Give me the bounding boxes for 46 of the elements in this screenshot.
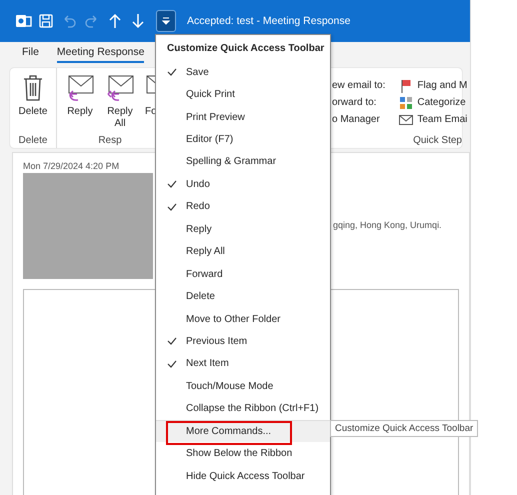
window-title: Accepted: test - Meeting Response [187, 15, 350, 27]
ribbon-button[interactable]: Delete [16, 72, 50, 135]
menu-item[interactable]: Print Preview [156, 106, 330, 128]
menu-item[interactable]: Editor (F7) [156, 128, 330, 151]
quick-step[interactable]: orward to: [332, 95, 386, 110]
message-date: Mon 7/29/2024 4:20 PM [23, 161, 120, 171]
ribbon-button[interactable]: Reply All [103, 72, 137, 135]
menu-item[interactable]: Quick Print [156, 83, 330, 106]
quick-step[interactable]: Categorize [399, 95, 468, 110]
menu-item[interactable]: Delete [156, 285, 330, 308]
tooltip: Customize Quick Access Toolbar [330, 420, 478, 437]
menu-item[interactable]: Touch/Mouse Mode [156, 375, 330, 398]
app-logo-icon[interactable] [14, 12, 32, 30]
group-label: Quick Step [412, 135, 462, 146]
trash-icon [22, 74, 44, 102]
menu-item[interactable]: Reply [156, 218, 330, 240]
group-label: Resp [97, 135, 123, 146]
categorize-icon [399, 96, 414, 110]
ribbon-tab[interactable]: Meeting Response [56, 43, 144, 63]
menu-item[interactable]: Collapse the Ribbon (Ctrl+F1) [156, 398, 330, 420]
message-text: gqing, Hong Kong, Urumqi. [333, 220, 442, 230]
menu-item[interactable]: Save [156, 61, 330, 84]
ribbon-tab[interactable]: File [22, 43, 39, 63]
menu-item[interactable]: Previous Item [156, 330, 330, 353]
quick-step[interactable]: ew email to: [332, 78, 386, 93]
menu-item[interactable]: Forward [156, 262, 330, 286]
customize-toolbar-button[interactable] [156, 10, 176, 32]
menu-item[interactable]: Spelling & Grammar [156, 150, 330, 174]
menu-item[interactable]: Move to Other Folder [156, 308, 330, 330]
quick-step[interactable]: o Manager [332, 112, 386, 127]
menu-item[interactable]: More Commands... [156, 420, 330, 442]
group-label: Delete [18, 135, 48, 146]
menu-item[interactable]: Redo [156, 196, 330, 218]
ribbon-button[interactable]: Reply [63, 72, 97, 135]
menu-item[interactable]: Undo [156, 173, 330, 196]
reply-all-mail-icon [105, 74, 135, 102]
save-icon[interactable] [37, 12, 55, 30]
menu-item[interactable]: Next Item [156, 352, 330, 376]
menu-item[interactable]: Reply All [156, 240, 330, 263]
menu-item[interactable]: Hide Quick Access Toolbar [156, 464, 330, 488]
menu-title: Customize Quick Access Toolbar [166, 42, 324, 56]
mail-icon [399, 114, 414, 126]
flag-icon [399, 78, 414, 92]
quick-step[interactable]: Team Emai [399, 112, 468, 127]
menu-item[interactable]: Show Below the Ribbon [156, 442, 330, 465]
quick-step[interactable]: Flag and M [399, 78, 468, 93]
